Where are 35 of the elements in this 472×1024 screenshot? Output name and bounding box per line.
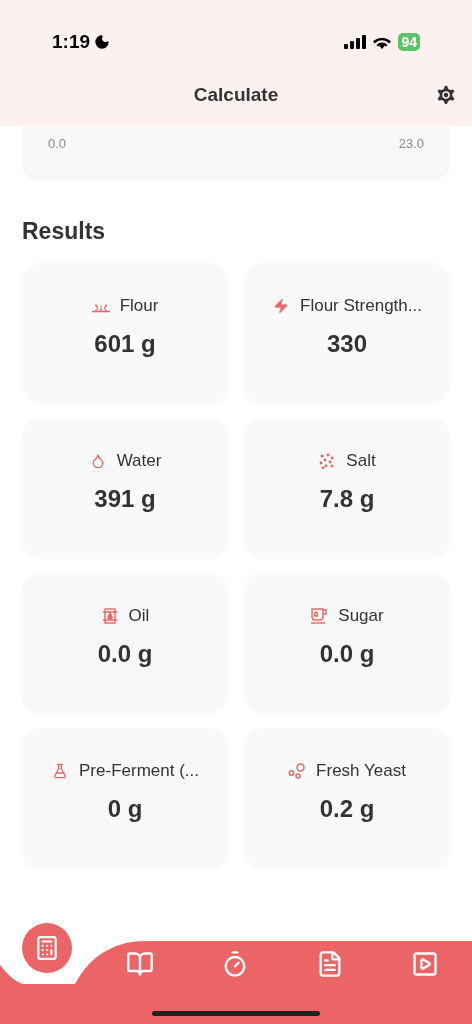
bubbles-icon bbox=[288, 762, 307, 779]
page-title: Calculate bbox=[193, 82, 279, 107]
barrel-icon bbox=[100, 607, 119, 624]
lightning-icon bbox=[272, 297, 291, 314]
battery-indicator: 94 bbox=[398, 33, 420, 51]
tab-button[interactable] bbox=[22, 923, 72, 973]
results-heading: Results bbox=[22, 217, 107, 246]
cup-icon bbox=[310, 607, 329, 624]
range-max-label: 23.0 bbox=[398, 135, 424, 153]
settings-icon[interactable] bbox=[434, 83, 458, 107]
result-value: 391 g bbox=[94, 484, 156, 515]
result-label: Water bbox=[116, 449, 162, 472]
result-value: 7.8 g bbox=[319, 484, 375, 515]
result-value: 330 bbox=[326, 329, 367, 360]
result-value: 0 g bbox=[107, 794, 143, 825]
result-label: Fresh Yeast bbox=[316, 759, 406, 782]
result-label: Flour Strength... bbox=[300, 294, 422, 317]
result-label: Oil bbox=[128, 604, 150, 627]
book-icon bbox=[125, 950, 154, 978]
wifi-icon bbox=[372, 35, 393, 49]
result-value: 601 g bbox=[94, 329, 156, 360]
result-value: 0.0 g bbox=[97, 639, 153, 670]
result-value: 0.2 g bbox=[319, 794, 375, 825]
status-time: 1:19 bbox=[52, 29, 91, 54]
video-library-icon bbox=[410, 950, 439, 978]
range-min-label: 0.0 bbox=[48, 135, 67, 153]
result-label: Pre-Ferment (... bbox=[79, 759, 199, 782]
signal-icon bbox=[344, 35, 367, 49]
result-label: Flour bbox=[119, 294, 159, 317]
result-label: Salt bbox=[346, 449, 376, 472]
calculator-icon bbox=[34, 935, 60, 961]
result-value: 0.0 g bbox=[319, 639, 375, 670]
flask-icon bbox=[51, 762, 69, 779]
result-label: Sugar bbox=[338, 604, 384, 627]
moon-icon bbox=[94, 34, 111, 50]
